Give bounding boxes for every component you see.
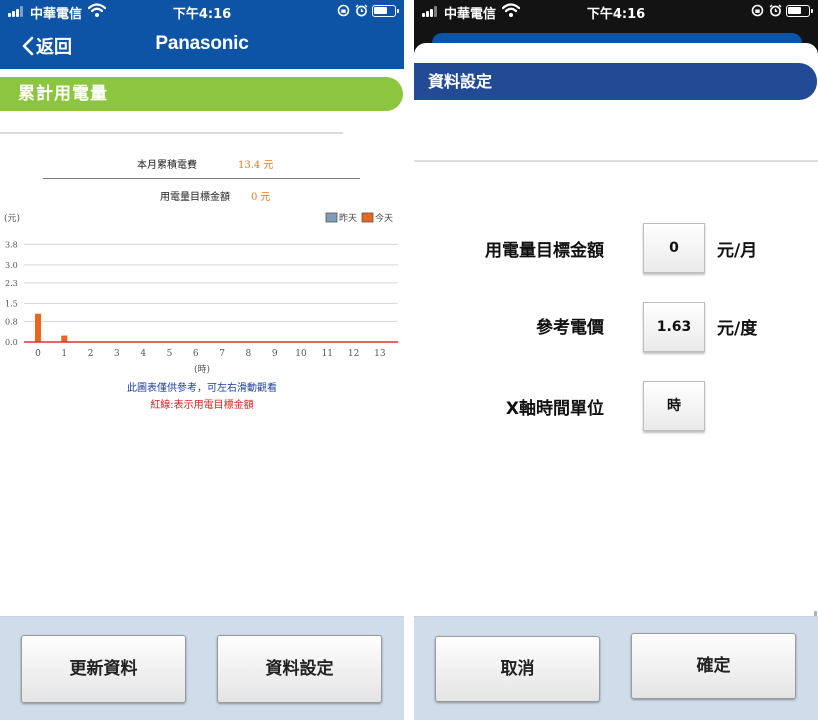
bottom-toolbar: 更新資料 資料設定: [0, 616, 404, 720]
y-tick-label: 3.0: [5, 261, 18, 270]
battery-icon: [786, 5, 813, 17]
reference-price-unit: 元/度: [717, 319, 758, 339]
x-tick-label: 7: [219, 349, 225, 359]
data-settings-button[interactable]: 資料設定: [217, 635, 382, 703]
reference-price-field-label: 參考電價: [536, 318, 604, 338]
x-tick-label: 1: [61, 349, 67, 359]
x-tick-label: 4: [140, 349, 146, 359]
legend-label-yesterday: 昨天: [339, 212, 357, 224]
section-title: 累計用電量: [0, 77, 403, 111]
x-tick-label: 10: [295, 349, 307, 359]
dialog-divider: [414, 160, 818, 162]
settings-dialog-screen: 中華電信 下午4:16 資料設定 用電量目標金額 0 元/月 參考電價 1.63…: [414, 0, 818, 720]
bottom-toolbar: 取消 確定: [414, 616, 818, 720]
dialog-title: 資料設定: [414, 63, 817, 100]
status-bar: 中華電信 下午4:16: [414, 0, 818, 22]
status-bar: 中華電信 下午4:16: [0, 0, 404, 22]
bar-today: [61, 335, 68, 342]
brand-logo: Panasonic: [155, 33, 249, 54]
rotation-lock-icon: [337, 4, 350, 17]
usage-chart[interactable]: (元)0.00.81.52.33.03.80 1 2 3 4 5 6 7 8 9 10 11 12 13(…: [0, 205, 404, 375]
y-tick-label: 1.5: [5, 299, 18, 308]
x-tick-label: 8: [246, 349, 252, 359]
monthly-cost-label: 本月累積電費: [137, 160, 197, 171]
x-tick-label: 12: [348, 349, 359, 359]
x-tick-label: 3: [114, 349, 120, 359]
monthly-cost-value: 13.4 元: [238, 160, 274, 171]
legend-label-today: 今天: [375, 212, 393, 224]
legend-swatch-today: [361, 212, 374, 223]
target-line-hint: 紅線:表示用電目標金額: [150, 400, 254, 411]
rotation-lock-icon: [751, 4, 764, 17]
divider: [0, 132, 343, 134]
target-amount-value: 0 元: [251, 192, 271, 203]
x-tick-label: 0: [35, 349, 41, 359]
reference-price-input[interactable]: 1.63: [643, 302, 705, 352]
y-axis-label: (元): [4, 213, 20, 224]
x-axis-unit-field-label: X軸時間單位: [505, 399, 604, 419]
x-tick-label: 9: [272, 349, 278, 359]
chart-scroll-hint: 此圖表僅供參考，可左右滑動觀看: [127, 383, 277, 394]
legend-swatch-yesterday: [325, 212, 338, 223]
x-axis-unit-select[interactable]: 時: [643, 381, 705, 431]
x-tick-label: 2: [88, 349, 94, 359]
target-amount-label: 用電量目標金額: [160, 192, 230, 203]
x-tick-label: 5: [167, 349, 173, 359]
target-amount-unit: 元/月: [717, 241, 758, 261]
battery-icon: [372, 5, 399, 17]
target-amount-input[interactable]: 0: [643, 223, 705, 273]
x-axis-label: (時): [194, 364, 210, 375]
y-tick-label: 2.3: [5, 279, 18, 288]
confirm-button[interactable]: 確定: [631, 633, 796, 699]
refresh-data-button[interactable]: 更新資料: [21, 635, 186, 703]
y-tick-label: 3.8: [5, 240, 18, 249]
bar-today: [35, 313, 41, 342]
summary-divider: [43, 178, 360, 179]
target-amount-field-label: 用電量目標金額: [485, 241, 604, 261]
usage-screen: 中華電信 下午4:16 返回 Panasonic 累計用電量 本月累積電費 13…: [0, 0, 404, 720]
x-tick-label: 6: [193, 349, 199, 359]
alarm-icon: [355, 4, 368, 17]
alarm-icon: [769, 4, 782, 17]
y-tick-label: 0.0: [5, 338, 18, 347]
cancel-button[interactable]: 取消: [435, 636, 600, 702]
x-tick-label: 13: [374, 349, 386, 359]
y-tick-label: 0.8: [5, 317, 18, 326]
x-tick-label: 11: [322, 349, 333, 359]
